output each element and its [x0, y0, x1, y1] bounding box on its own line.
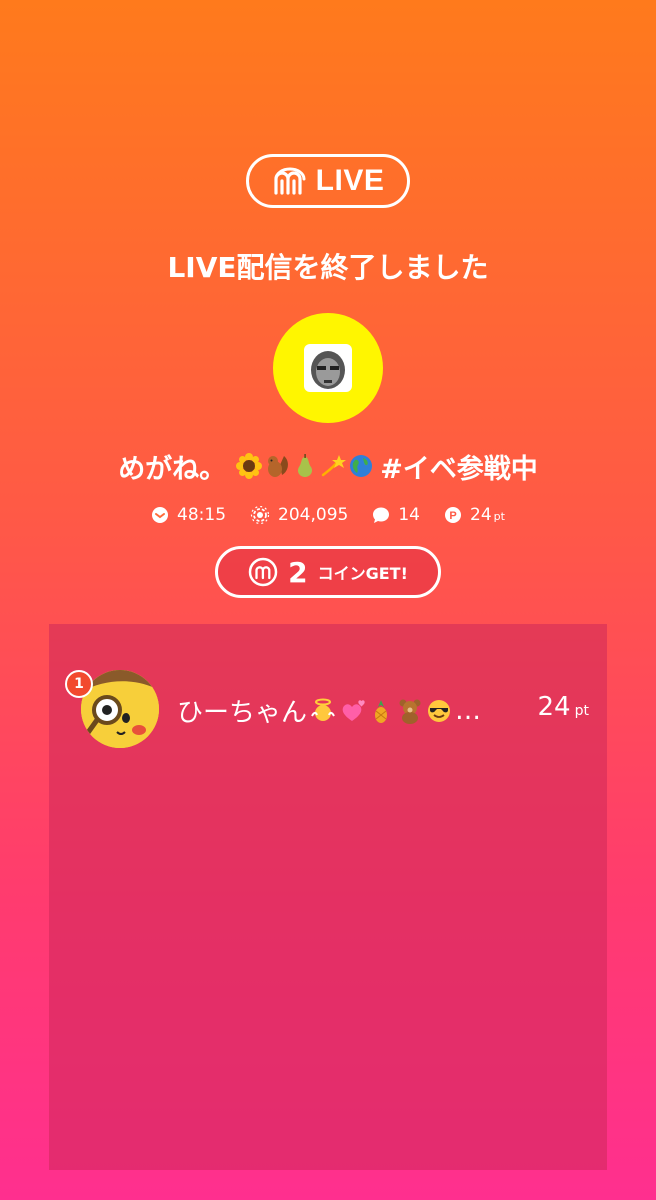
globe-icon [350, 455, 373, 477]
revolving-hearts-icon [342, 699, 365, 721]
ranker-points-value: 24 [537, 692, 571, 722]
streamer-avatar[interactable] [273, 313, 383, 423]
coin-icon [248, 557, 278, 587]
points-value: 24 [470, 505, 492, 525]
comments-stat: 14 [372, 505, 420, 525]
live-pill: LIVE [246, 154, 410, 208]
ranker-points-unit: pt [574, 703, 589, 719]
sunflower-icon [236, 453, 263, 479]
coin-get-row: 2 コインGET! [0, 545, 656, 599]
ranker-points: 24 pt [538, 692, 589, 722]
duration-value: 48:15 [177, 505, 227, 525]
comments-value: 14 [398, 505, 420, 525]
broadcast-icon [250, 506, 270, 524]
views-value: 204,095 [278, 505, 349, 525]
points-stat: P 24 pt [444, 505, 505, 525]
streamer-name-row: めがね。 #イベ参戦中 [0, 446, 656, 486]
live-label: LIVE [315, 164, 385, 197]
dizzy-icon [321, 455, 347, 477]
streamer-name: めがね。 [118, 453, 227, 485]
ranker-name-ellipsis: … [455, 695, 482, 726]
streamer-name-emojis [236, 453, 374, 479]
point-coin-icon: P [445, 507, 461, 523]
coin-label: コインGET! [317, 564, 408, 583]
mixchannel-logo-icon [272, 166, 308, 196]
chipmunk-icon [268, 456, 289, 477]
streamer-avatar-row [0, 313, 656, 423]
pineapple-icon [375, 699, 388, 723]
sunglasses-face-icon [428, 699, 451, 722]
streamer-photo-icon [304, 344, 352, 392]
ranker-name-row: ひーちゃん … [177, 692, 481, 729]
ranker-name: ひーちゃん [177, 698, 308, 728]
points-unit: pt [493, 510, 505, 523]
live-ended-heading: LIVE配信を終了しました [167, 251, 489, 284]
ranking-panel: 1 ひーちゃん … 24 pt [49, 624, 607, 1170]
coin-count: 2 [288, 555, 308, 589]
stats-row: 48:15 204,095 14 P 24 pt [0, 502, 656, 528]
live-badge: LIVE [0, 152, 656, 210]
views-stat: 204,095 [250, 505, 348, 525]
teddy-bear-icon [399, 699, 421, 724]
duration-stat: 48:15 [151, 505, 226, 525]
coin-get-button[interactable]: 2 コインGET! [215, 546, 441, 598]
streamer-name-tag: #イベ参戦中 [380, 453, 538, 485]
ranking-row[interactable]: 1 ひーちゃん … 24 pt [49, 670, 607, 750]
comment-bubble-icon [373, 507, 390, 523]
angel-icon [311, 698, 335, 721]
clock-icon [152, 507, 169, 523]
svg-text:P: P [449, 510, 456, 522]
pear-icon [298, 454, 313, 477]
rank-badge: 1 [65, 670, 93, 698]
